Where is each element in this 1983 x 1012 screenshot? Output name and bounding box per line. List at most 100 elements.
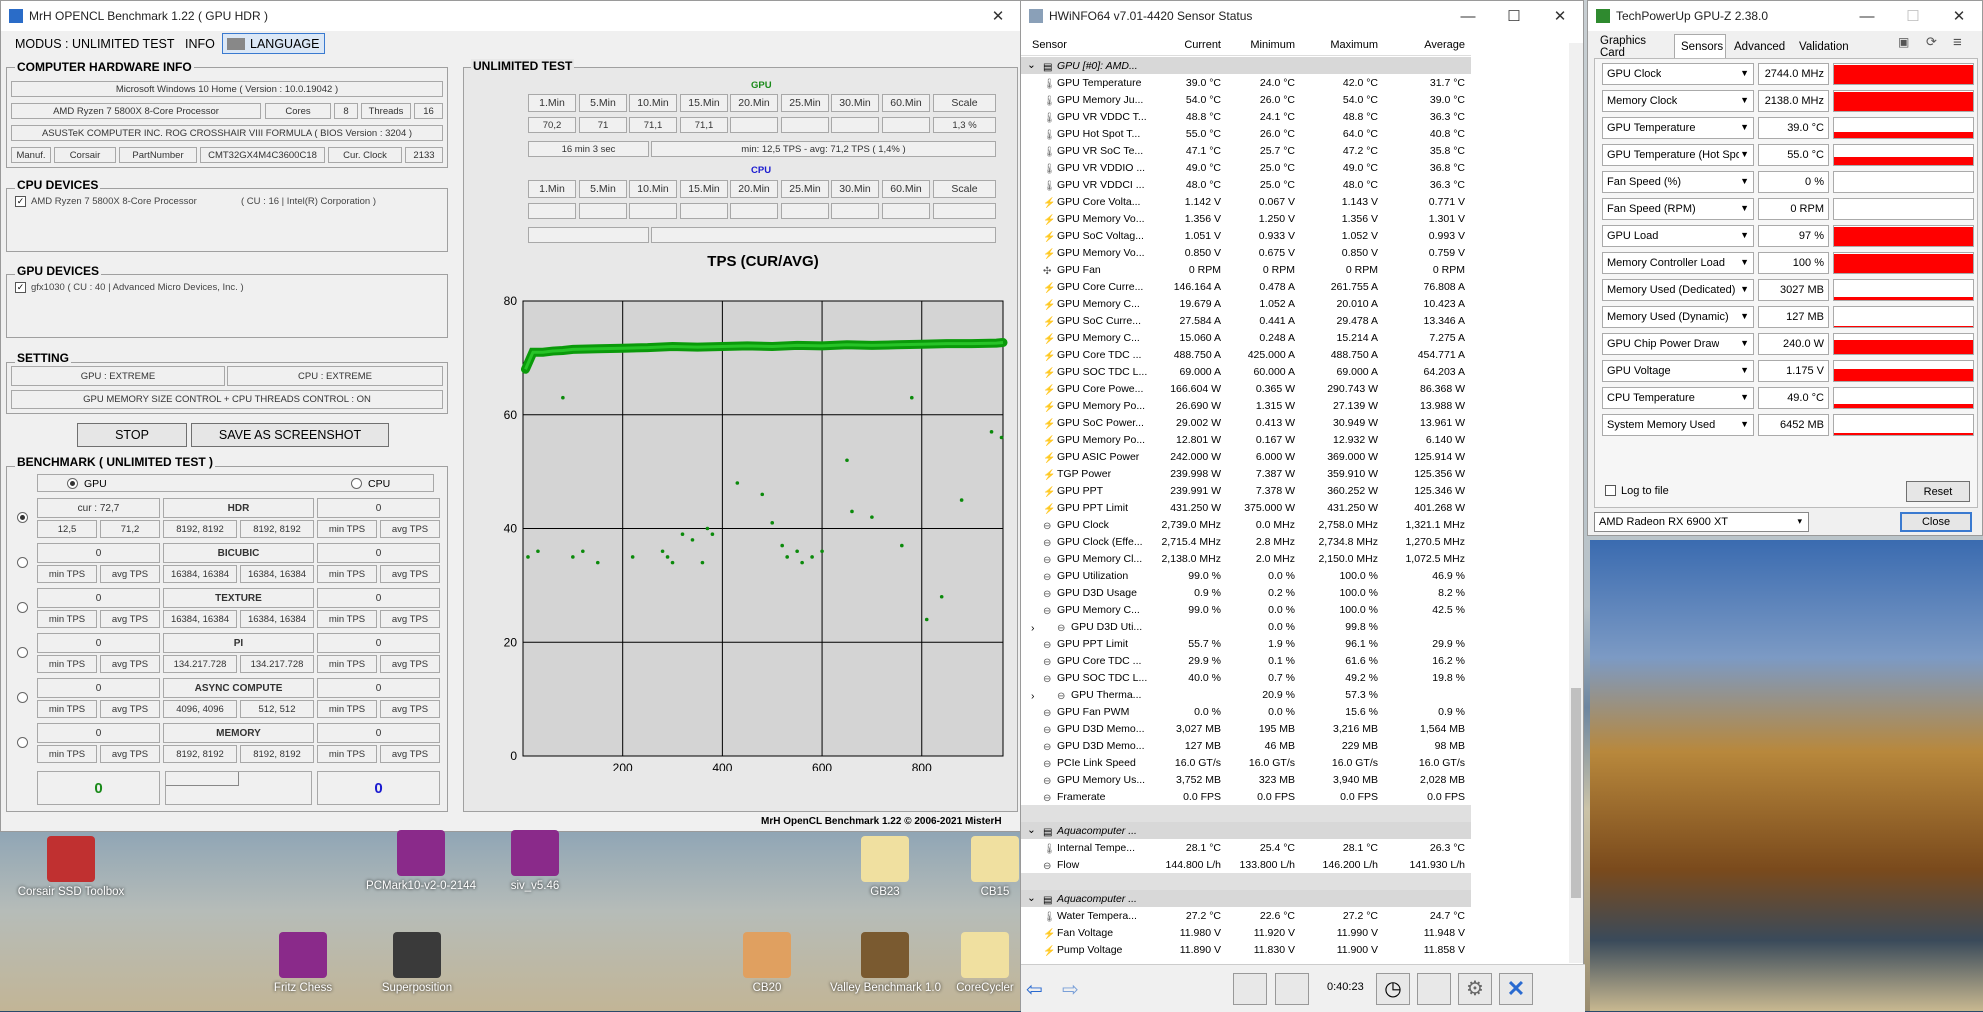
gpu-radio[interactable] [67,478,78,489]
sensor-dropdown[interactable]: Memory Clock ▼ [1602,90,1754,112]
sensor-row[interactable]: ⚡ TGP Power 239.998 W 7.387 W 359.910 W 125.3… [1021,465,1471,482]
sensor-dropdown[interactable]: GPU Chip Power Draw ▼ [1602,333,1754,355]
sensor-row[interactable]: ⊖ GPU Core TDC ... 29.9 % 0.1 % 61.6 % 16.2 % [1021,652,1471,669]
hwinfo-titlebar[interactable]: HWiNFO64 v7.01-4420 Sensor Status — ☐ ✕ [1021,1,1583,31]
sensor-row[interactable]: 🌡 GPU VR VDDIO ... 49.0 °C 25.0 °C 49.0 °C 36… [1021,159,1471,176]
sensor-row[interactable]: ⊖ GPU Memory Cl... 2,138.0 MHz 2.0 MHz 2,150… [1021,550,1471,567]
desktop-icon[interactable]: PCMark10-v2-0-2144 [366,830,476,892]
sensor-dropdown[interactable]: Memory Used (Dynamic) ▼ [1602,306,1754,328]
sensor-row[interactable]: ⊖ PCIe Link Speed 16.0 GT/s 16.0 GT/s 16.0 G… [1021,754,1471,771]
sensor-row[interactable]: 🌡 GPU Memory Ju... 54.0 °C 26.0 °C 54.0 °C 39… [1021,91,1471,108]
sensor-row[interactable]: ⊖ GPU D3D Usage 0.9 % 0.2 % 100.0 % 8.2 % [1021,584,1471,601]
sensor-row[interactable]: ⚡ GPU Memory C... 19.679 A 1.052 A 20.010 A 1… [1021,295,1471,312]
mrh-titlebar[interactable]: MrH OPENCL Benchmark 1.22 ( GPU HDR ) ✕ [1,1,1021,31]
sensor-dropdown[interactable]: Memory Used (Dedicated) ▼ [1602,279,1754,301]
benchmark-radio-2[interactable] [17,602,28,613]
monitor-icon[interactable] [1233,973,1267,1005]
sensor-row[interactable]: ⊖ GPU Clock (Effe... 2,715.4 MHz 2.8 MHz 2,7… [1021,533,1471,550]
sensor-row[interactable]: 🌡 Internal Tempe... 28.1 °C 25.4 °C 28.1 °C 2… [1021,839,1471,856]
maximize-icon[interactable]: ☐ [1491,1,1537,31]
sensor-row[interactable]: ⚡ GPU SOC TDC L... 69.000 A 60.000 A 69.000 … [1021,363,1471,380]
header-current[interactable]: Current [1147,34,1227,55]
tab-sensors[interactable]: Sensors [1674,34,1726,58]
benchmark-radio-4[interactable] [17,692,28,703]
tab-validation[interactable]: Validation [1793,36,1855,57]
sensor-row[interactable]: ⚡ GPU Memory C... 15.060 A 0.248 A 15.214 A 7… [1021,329,1471,346]
chevron-right-icon[interactable]: › [1031,690,1035,701]
header-maximum[interactable]: Maximum [1301,34,1384,55]
cpu-radio[interactable] [351,478,362,489]
benchmark-radio-3[interactable] [17,647,28,658]
sensor-row[interactable]: ⊖ GPU Fan PWM 0.0 % 0.0 % 15.6 % 0.9 % [1021,703,1471,720]
sensor-row[interactable]: ⚡ GPU Memory Vo... 0.850 V 0.675 V 0.850 V 0.… [1021,244,1471,261]
sensor-row[interactable]: 🌡 GPU VR VDDC T... 48.8 °C 24.1 °C 48.8 °C 36… [1021,108,1471,125]
memory-control-setting[interactable]: GPU MEMORY SIZE CONTROL + CPU THREADS CO… [11,390,443,409]
sensor-row[interactable]: ⚡ GPU Memory Po... 26.690 W 1.315 W 27.139 W… [1021,397,1471,414]
benchmark-radio-0[interactable] [17,512,28,523]
settings-icon[interactable]: ⚙ [1458,973,1492,1005]
sensor-row[interactable]: ⊖ GPU D3D Memo... 3,027 MB 195 MB 3,216 MB 1,… [1021,720,1471,737]
sensor-dropdown[interactable]: GPU Clock ▼ [1602,63,1754,85]
sensor-dropdown[interactable]: GPU Voltage ▼ [1602,360,1754,382]
desktop-icon[interactable]: Fritz Chess [248,932,358,994]
gpu-setting[interactable]: GPU : EXTREME [11,366,225,386]
refresh-icon[interactable]: ⟳ [1926,34,1937,50]
camera-icon[interactable]: ▣ [1898,35,1909,49]
sensor-row[interactable]: ⚡ Pump Voltage 11.890 V 11.830 V 11.900 V 11.… [1021,941,1471,958]
header-minimum[interactable]: Minimum [1227,34,1301,55]
desktop-icon[interactable]: Corsair SSD Toolbox [16,836,126,898]
sensor-row[interactable]: ⊖ GPU PPT Limit 55.7 % 1.9 % 96.1 % 29.9 % [1021,635,1471,652]
save-screenshot-button[interactable]: SAVE AS SCREENSHOT [191,423,389,447]
desktop-icon[interactable]: siv_v5.46 [480,830,590,892]
sensor-dropdown[interactable]: GPU Temperature (Hot Spot) ▼ [1602,144,1754,166]
sensor-row[interactable]: ⊖ GPU SOC TDC L... 40.0 % 0.7 % 49.2 % 19.8 % [1021,669,1471,686]
desktop-icon[interactable]: CoreCycler [930,932,1040,994]
sensor-row[interactable]: ⚡ GPU Core Volta... 1.142 V 0.067 V 1.143 V 0… [1021,193,1471,210]
gpuz-titlebar[interactable]: TechPowerUp GPU-Z 2.38.0 — ☐ ✕ [1588,1,1982,31]
close-button[interactable]: Close [1900,512,1972,532]
sensor-section[interactable]: ▤ Aquacomputer ... ⌄ [1021,890,1471,907]
exit-icon[interactable]: ✕ [1499,973,1533,1005]
header-sensor[interactable]: Sensor [1021,34,1147,55]
sensor-row[interactable]: ⚡ GPU Memory Vo... 1.356 V 1.250 V 1.356 V 1.… [1021,210,1471,227]
close-icon[interactable]: ✕ [1537,1,1583,31]
gpu-device-checkbox[interactable]: ✓ [15,282,26,293]
sensor-row[interactable]: ⚡ GPU Memory Po... 12.801 W 0.167 W 12.932 W… [1021,431,1471,448]
sensor-row[interactable]: ⚡ GPU SoC Curre... 27.584 A 0.441 A 29.478 A… [1021,312,1471,329]
sensor-dropdown[interactable]: Fan Speed (RPM) ▼ [1602,198,1754,220]
sensor-row[interactable]: ⊖ GPU Utilization 99.0 % 0.0 % 100.0 % 46.9 % [1021,567,1471,584]
reset-button[interactable]: Reset [1906,481,1970,502]
sensor-row[interactable]: ⊖ GPU Clock 2,739.0 MHz 0.0 MHz 2,758.0 MHz 1… [1021,516,1471,533]
benchmark-radio-1[interactable] [17,557,28,568]
sensor-row[interactable]: ⚡ GPU Core TDC ... 488.750 A 425.000 A 488.7… [1021,346,1471,363]
stop-button[interactable]: STOP [77,423,187,447]
hwinfo-scrollbar[interactable] [1569,43,1583,963]
chevron-down-icon[interactable]: ⌄ [1027,824,1036,836]
menu-icon[interactable]: ≡ [1953,34,1962,51]
scrollbar-thumb[interactable] [1571,688,1581,898]
sensor-row[interactable]: ⊖ GPU Memory Us... 3,752 MB 323 MB 3,940 MB 2… [1021,771,1471,788]
sensor-dropdown[interactable]: CPU Temperature ▼ [1602,387,1754,409]
sensor-row[interactable]: ⊖ Framerate 0.0 FPS 0.0 FPS 0.0 FPS 0.0 FPS [1021,788,1471,805]
sensor-row[interactable]: ⚡ GPU Core Powe... 166.604 W 0.365 W 290.743… [1021,380,1471,397]
desktop-icon[interactable]: CB15 [940,836,1050,898]
close-icon[interactable]: ✕ [975,1,1021,31]
close-icon[interactable]: ✕ [1936,1,1982,31]
menu-info[interactable]: INFO [185,33,215,55]
clock-icon[interactable]: ◷ [1376,973,1410,1005]
chevron-right-icon[interactable]: › [1031,622,1035,633]
cpu-setting[interactable]: CPU : EXTREME [227,366,443,386]
gpu-select-dropdown[interactable]: AMD Radeon RX 6900 XT ▾ [1594,512,1809,532]
sensor-row[interactable]: 🌡 Water Tempera... 27.2 °C 22.6 °C 27.2 °C 24… [1021,907,1471,924]
sensor-row[interactable]: ✣ GPU Fan 0 RPM 0 RPM 0 RPM 0 RPM [1021,261,1471,278]
network-icon[interactable] [1275,973,1309,1005]
sensor-row[interactable]: ⊖ GPU D3D Memo... 127 MB 46 MB 229 MB 98 MB [1021,737,1471,754]
chevron-down-icon[interactable]: ⌄ [1027,59,1036,71]
tab-graphics-card[interactable]: Graphics Card [1594,35,1672,59]
desktop-icon[interactable]: Superposition [362,932,472,994]
menu-language[interactable]: LANGUAGE [222,33,325,54]
sensor-row[interactable]: ⚡ GPU PPT 239.991 W 7.378 W 360.252 W 125.346… [1021,482,1471,499]
desktop-icon[interactable]: CB20 [712,932,822,994]
sensor-section[interactable]: ▤ Aquacomputer ... ⌄ [1021,822,1471,839]
menu-modus[interactable]: MODUS : UNLIMITED TEST [15,33,175,55]
